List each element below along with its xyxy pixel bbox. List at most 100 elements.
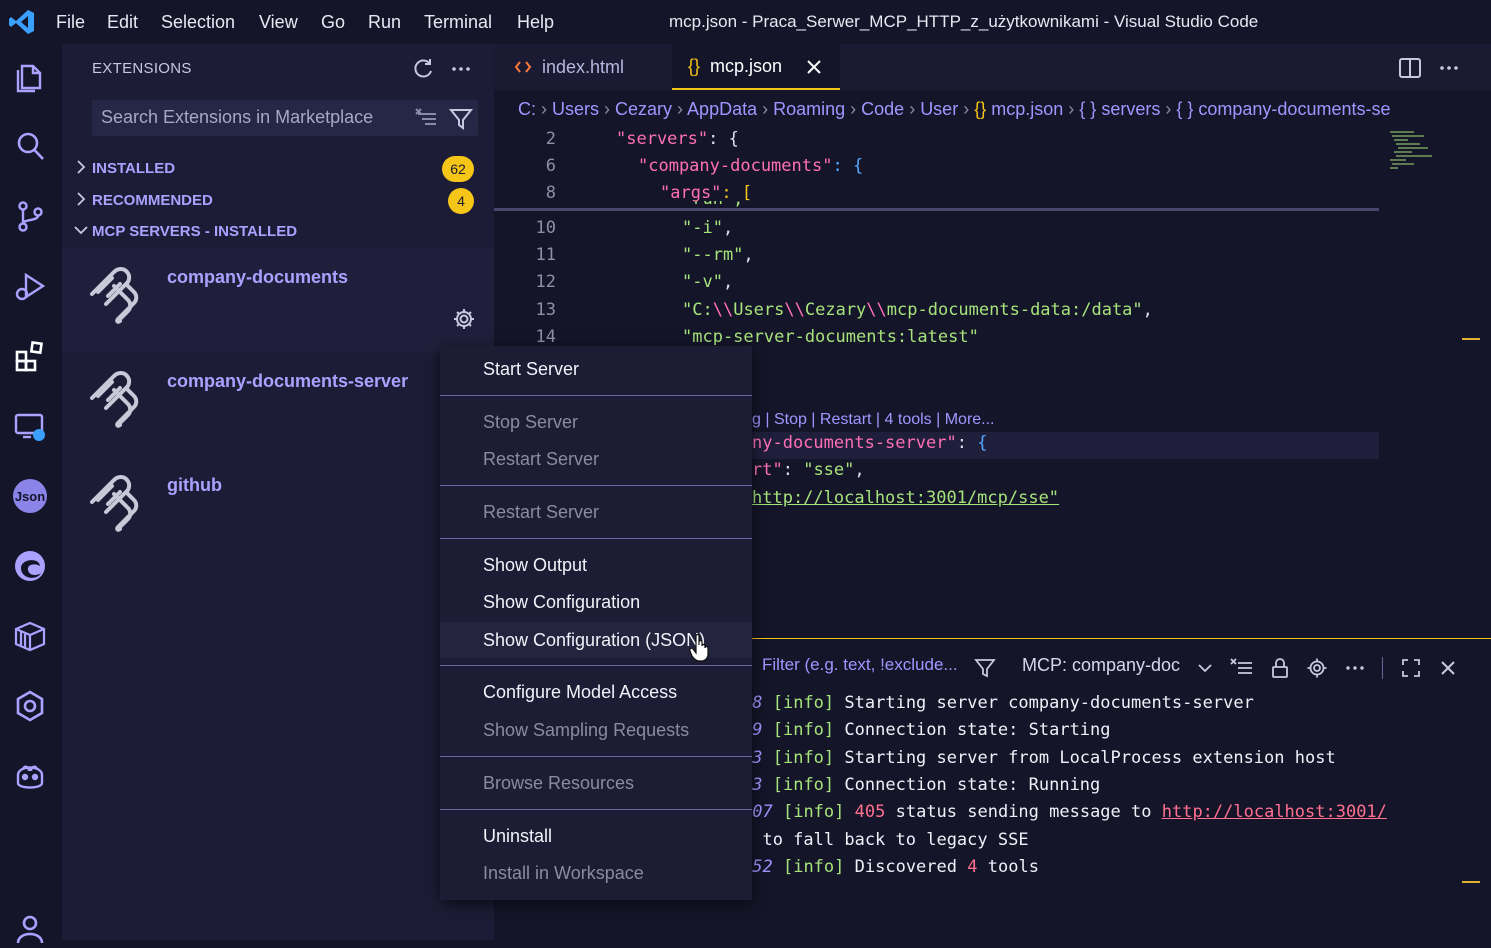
section-mcp-servers-installed[interactable]: MCP SERVERS - INSTALLED <box>72 219 492 247</box>
menu-view[interactable]: View <box>259 12 298 33</box>
json-string: "-v" <box>682 272 723 292</box>
edge-icon[interactable] <box>8 544 52 588</box>
menu-item-restart-server[interactable]: Restart Server <box>440 494 752 530</box>
output-channel-select[interactable]: MCP: company-doc <box>1022 655 1212 685</box>
close-icon[interactable] <box>804 57 824 77</box>
count-badge: 4 <box>448 188 474 214</box>
menu-selection[interactable]: Selection <box>161 12 235 33</box>
json-key: rt" <box>752 460 783 480</box>
filter-icon[interactable] <box>448 106 474 132</box>
breadcrumb-item[interactable]: Cezary <box>615 99 672 119</box>
menu-item-label: Show Output <box>483 555 588 575</box>
menu-item-install-in-workspace[interactable]: Install in Workspace <box>440 855 752 891</box>
more-actions-icon[interactable] <box>1340 653 1370 683</box>
breadcrumb-item[interactable]: Users <box>552 99 599 119</box>
breadcrumb-item[interactable]: servers <box>1101 99 1160 119</box>
code-line: 13 "C:\\Users\\Cezary\\mcp-documents-dat… <box>494 298 1491 325</box>
menu-item-show-configuration[interactable]: Show Configuration <box>440 584 752 620</box>
json-key: "servers" <box>616 129 709 149</box>
json-punct: , <box>743 245 754 265</box>
search-icon[interactable] <box>8 124 52 168</box>
account-icon[interactable] <box>8 904 52 948</box>
minimap[interactable] <box>1384 128 1444 176</box>
breadcrumb-item[interactable]: mcp.json <box>991 99 1063 119</box>
close-panel-icon[interactable] <box>1433 653 1463 683</box>
json-punct: , <box>1142 300 1153 320</box>
source-control-icon[interactable] <box>8 194 52 238</box>
explorer-icon[interactable] <box>8 54 52 98</box>
menu-item-start-server[interactable]: Start Server <box>440 351 752 387</box>
gear-icon[interactable] <box>451 306 477 332</box>
more-actions-icon[interactable] <box>1436 56 1462 80</box>
menu-item-configure-model-access[interactable]: Configure Model Access <box>440 674 752 710</box>
codelens-actions[interactable]: g | Stop | Restart | 4 tools | More... <box>752 411 995 429</box>
log-message: : to fall back to legacy SSE <box>742 830 1029 850</box>
breadcrumb-item[interactable]: C: <box>518 99 536 119</box>
remote-explorer-icon[interactable] <box>8 404 52 448</box>
json-punct: : <box>782 460 804 480</box>
breadcrumb: C: › Users › Cezary › AppData › Roaming … <box>494 92 1491 128</box>
copilot-icon[interactable] <box>8 754 52 798</box>
breadcrumb-item[interactable]: Roaming <box>773 99 845 119</box>
more-actions-icon[interactable] <box>448 56 474 82</box>
refresh-icon[interactable] <box>410 56 436 82</box>
window-title: mcp.json - Praca_Serwer_MCP_HTTP_z_użytk… <box>669 12 1259 31</box>
sidebar-title: EXTENSIONS <box>92 60 192 77</box>
mcp-server-item[interactable]: github <box>62 456 494 560</box>
menu-separator <box>440 485 752 486</box>
breadcrumb-item[interactable]: User <box>920 99 958 119</box>
menu-item-uninstall[interactable]: Uninstall <box>440 818 752 854</box>
run-debug-icon[interactable] <box>8 264 52 308</box>
menu-item-label: Browse Resources <box>483 773 635 793</box>
log-message: tools <box>987 857 1039 877</box>
json-url-string[interactable]: http://localhost:3001/mcp/sse" <box>752 488 1059 508</box>
menu-item-show-output[interactable]: Show Output <box>440 547 752 583</box>
json-icon[interactable]: Json <box>8 474 52 518</box>
minimap-marker <box>1462 338 1480 340</box>
log-link[interactable]: http://localhost:3001/ <box>1162 802 1387 822</box>
extension-search-input[interactable] <box>101 107 401 128</box>
json-key: "company-documents" <box>638 156 833 176</box>
json-punct: , <box>722 218 734 238</box>
extensions-sidebar: EXTENSIONS INSTALLED 62 RECOMMENDED 4 MC… <box>62 44 494 940</box>
split-editor-icon[interactable] <box>1397 56 1423 80</box>
section-installed[interactable]: INSTALLED 62 <box>72 156 492 184</box>
menu-item-label: Install in Workspace <box>483 863 644 883</box>
json-key: "args" <box>660 183 722 203</box>
chevron-down-icon[interactable] <box>1190 653 1220 683</box>
lock-icon[interactable] <box>1265 653 1295 683</box>
mcp-server-item[interactable]: company-documents-server <box>62 352 494 456</box>
menu-item-label: Restart Server <box>483 502 600 522</box>
tab-mcp-json[interactable]: {} mcp.json <box>672 44 840 90</box>
clear-filter-icon[interactable] <box>414 106 440 132</box>
menu-item-browse-resources[interactable]: Browse Resources <box>440 765 752 801</box>
mcp-server-item[interactable]: company-documents <box>62 248 494 352</box>
container-icon[interactable] <box>8 614 52 658</box>
menu-terminal[interactable]: Terminal <box>424 12 492 33</box>
menu-item-stop-server[interactable]: Stop Server <box>440 404 752 440</box>
menu-separator <box>440 756 752 757</box>
menu-item-show-sampling-requests[interactable]: Show Sampling Requests <box>440 712 752 748</box>
gear-icon[interactable] <box>1302 653 1332 683</box>
menu-go[interactable]: Go <box>321 12 345 33</box>
kubernetes-icon[interactable] <box>8 684 52 728</box>
breadcrumb-item[interactable]: Code <box>861 99 904 119</box>
svg-text:Json: Json <box>15 489 45 504</box>
extensions-icon[interactable] <box>8 334 52 378</box>
tab-index-html[interactable]: index.html <box>494 44 672 90</box>
maximize-panel-icon[interactable] <box>1396 653 1426 683</box>
clear-output-icon[interactable] <box>1227 653 1257 683</box>
menu-help[interactable]: Help <box>517 12 554 33</box>
breadcrumb-item[interactable]: AppData <box>687 99 757 119</box>
menu-item-restart-server[interactable]: Restart Server <box>440 441 752 477</box>
menu-item-label: Show Configuration <box>483 592 641 612</box>
menu-run[interactable]: Run <box>368 12 401 33</box>
menu-file[interactable]: File <box>56 12 85 33</box>
output-filter-input[interactable]: Filter (e.g. text, !exclude... <box>762 655 974 685</box>
menu-edit[interactable]: Edit <box>107 12 138 33</box>
log-message: Connection state: Running <box>844 775 1101 795</box>
section-recommended[interactable]: RECOMMENDED 4 <box>72 188 492 216</box>
breadcrumb-item[interactable]: company-documents-se <box>1198 99 1390 119</box>
json-string: "C: <box>682 300 713 320</box>
filter-icon[interactable] <box>970 653 1000 683</box>
